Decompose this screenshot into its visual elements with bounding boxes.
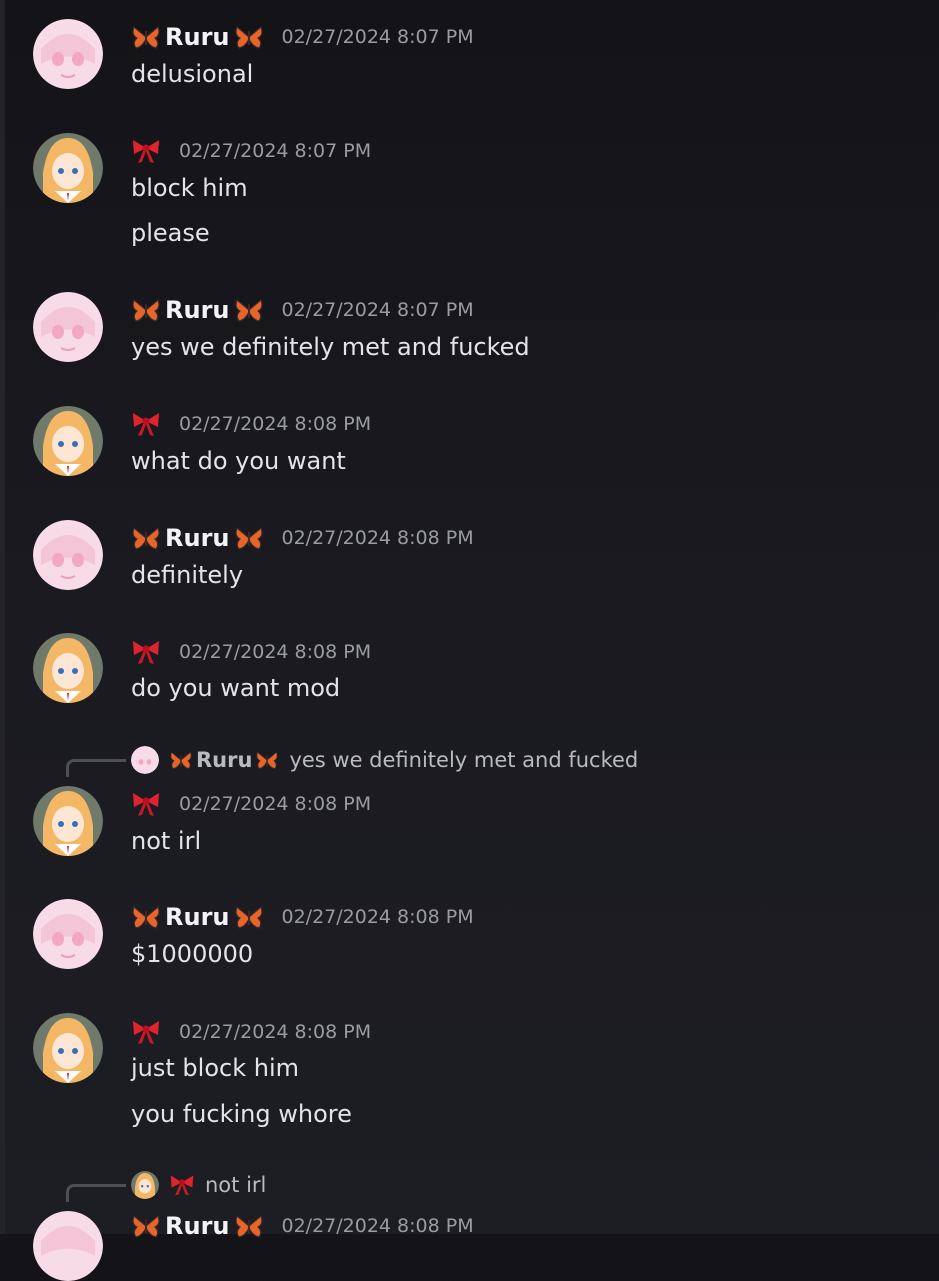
avatar-bow-user[interactable] <box>33 633 103 703</box>
butterfly-icon <box>131 903 161 931</box>
author-name[interactable]: Ruru <box>165 295 230 325</box>
avatar-ruru[interactable] <box>33 292 103 362</box>
butterfly-icon <box>234 903 264 931</box>
ribbon-bow-icon <box>131 138 161 164</box>
butterfly-icon <box>234 23 264 51</box>
message-timestamp[interactable]: 02/27/2024 8:07 PM <box>282 22 474 52</box>
message-text: block him <box>131 174 248 202</box>
avatar-ruru[interactable] <box>33 19 103 89</box>
message-text: just block him <box>131 1054 299 1082</box>
message-timestamp[interactable]: 02/27/2024 8:08 PM <box>179 789 371 819</box>
ribbon-bow-icon <box>131 411 161 437</box>
ribbon-bow-icon <box>131 791 161 817</box>
reply-spine <box>66 1184 126 1202</box>
avatar-bow-user[interactable] <box>33 406 103 476</box>
reply-text[interactable]: not irl <box>205 1173 266 1197</box>
avatar-bow-user[interactable] <box>33 133 103 203</box>
avatar-ruru[interactable] <box>33 899 103 969</box>
message-timestamp[interactable]: 02/27/2024 8:08 PM <box>179 409 371 439</box>
avatar-bow-user[interactable] <box>33 1013 103 1083</box>
butterfly-icon <box>131 23 161 51</box>
reply-author-name[interactable]: Ruru <box>196 748 252 772</box>
author-name[interactable]: Ruru <box>165 902 230 932</box>
message-text: not irl <box>131 827 202 855</box>
butterfly-icon <box>234 1212 264 1240</box>
butterfly-icon <box>234 296 264 324</box>
butterfly-icon <box>169 749 193 771</box>
message-text: yes we definitely met and fucked <box>131 333 530 361</box>
message-text: you fucking whore <box>131 1100 352 1128</box>
message-text: what do you want <box>131 447 346 475</box>
butterfly-icon <box>131 296 161 324</box>
message-timestamp[interactable]: 02/27/2024 8:08 PM <box>179 1017 371 1047</box>
ribbon-bow-icon <box>169 1173 195 1197</box>
message-text: please <box>131 219 210 247</box>
message-timestamp[interactable]: 02/27/2024 8:08 PM <box>282 1211 474 1241</box>
message-timestamp[interactable]: 02/27/2024 8:08 PM <box>282 523 474 553</box>
avatar-ruru[interactable] <box>33 520 103 590</box>
message-text: do you want mod <box>131 674 341 702</box>
ribbon-bow-icon <box>131 639 161 665</box>
reply-text[interactable]: yes we definitely met and fucked <box>289 748 638 772</box>
message-text: definitely <box>131 561 244 589</box>
reply-preview[interactable]: Ruru yes we definitely met and fucked <box>0 745 939 777</box>
message-timestamp[interactable]: 02/27/2024 8:07 PM <box>282 295 474 325</box>
avatar-bow-user[interactable] <box>33 786 103 856</box>
author-name[interactable]: Ruru <box>165 523 230 553</box>
reply-preview[interactable]: not irl <box>0 1170 939 1202</box>
reply-avatar-ruru <box>131 746 159 774</box>
reply-spine <box>66 759 126 777</box>
author-name[interactable]: Ruru <box>165 1211 230 1241</box>
author-name[interactable]: Ruru <box>165 22 230 52</box>
message-timestamp[interactable]: 02/27/2024 8:08 PM <box>282 902 474 932</box>
message-text: $1000000 <box>131 940 254 968</box>
message-timestamp[interactable]: 02/27/2024 8:07 PM <box>179 136 371 166</box>
butterfly-icon <box>255 749 279 771</box>
avatar-ruru[interactable] <box>33 1211 103 1281</box>
message-timestamp[interactable]: 02/27/2024 8:08 PM <box>179 637 371 667</box>
reply-avatar-bow-user <box>131 1171 159 1199</box>
butterfly-icon <box>234 524 264 552</box>
channel-left-rail <box>0 0 5 1234</box>
ribbon-bow-icon <box>131 1019 161 1045</box>
butterfly-icon <box>131 1212 161 1240</box>
message-text: delusional <box>131 60 254 88</box>
butterfly-icon <box>131 524 161 552</box>
